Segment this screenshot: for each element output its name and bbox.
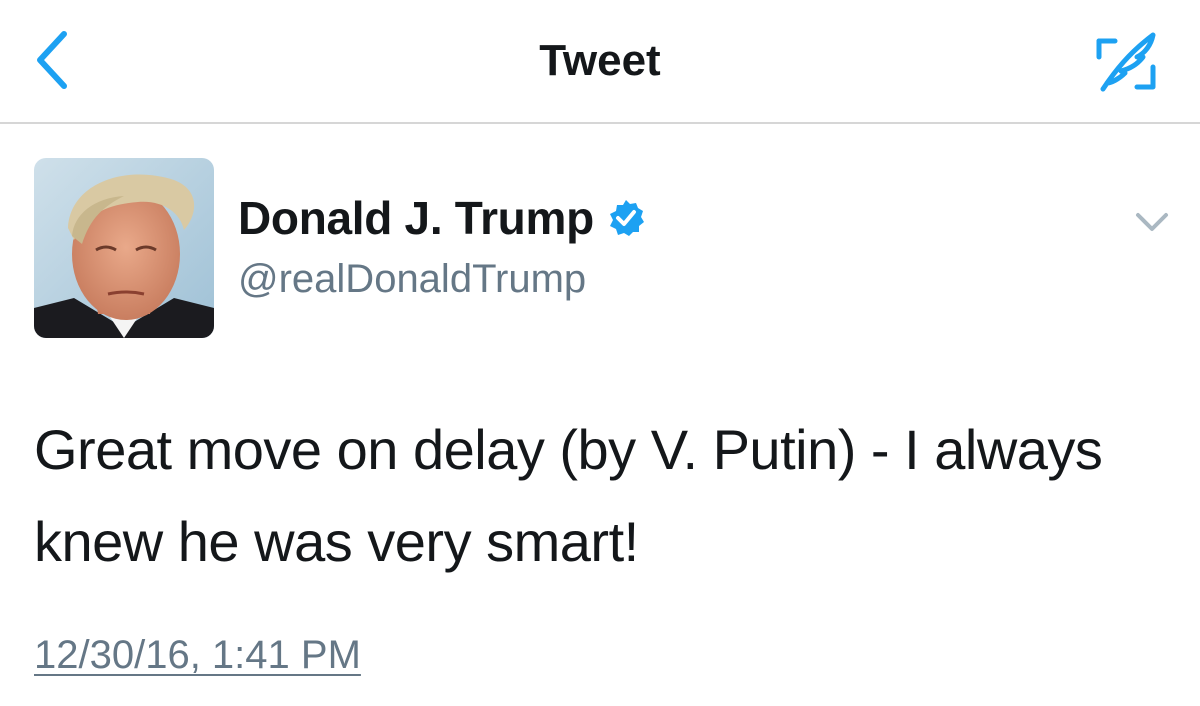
verified-badge-icon [606, 198, 646, 238]
navigation-bar: Tweet [0, 0, 1200, 124]
author-handle[interactable]: @realDonaldTrump [238, 254, 586, 304]
author-name[interactable]: Donald J. Trump [238, 190, 594, 246]
page-title: Tweet [539, 36, 661, 85]
author-name-row[interactable]: Donald J. Trump [238, 190, 646, 246]
compose-tweet-icon [1096, 32, 1156, 92]
profile-photo [34, 158, 214, 338]
avatar[interactable] [34, 158, 214, 338]
tweet-detail-screen: Tweet Donald J. Trump @realDonaldTrump G… [0, 0, 1200, 706]
tweet-menu-button[interactable] [1130, 204, 1174, 240]
tweet-text: Great move on delay (by V. Putin) - I al… [34, 418, 1103, 573]
compose-tweet-button[interactable] [1086, 26, 1166, 98]
tweet-timestamp[interactable]: 12/30/16, 1:41 PM [34, 630, 361, 680]
chevron-down-icon [1136, 213, 1168, 231]
